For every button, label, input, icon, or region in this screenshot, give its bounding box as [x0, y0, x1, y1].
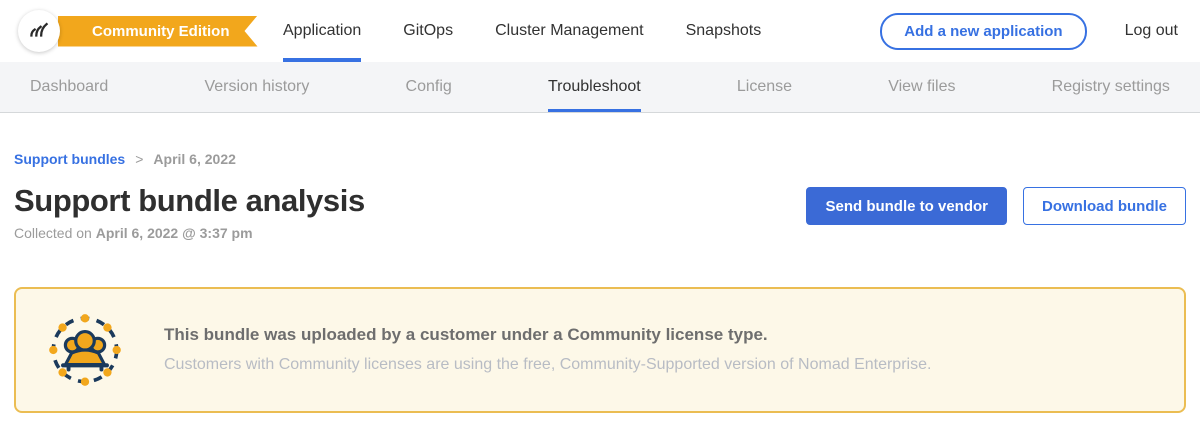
breadcrumb: Support bundles > April 6, 2022 [14, 151, 1186, 167]
send-bundle-to-vendor-button[interactable]: Send bundle to vendor [806, 187, 1007, 225]
collected-on: Collected on April 6, 2022 @ 3:37 pm [14, 225, 365, 241]
alert-text: This bundle was uploaded by a customer u… [164, 325, 931, 374]
logout-link[interactable]: Log out [1125, 22, 1178, 40]
community-group-icon [46, 311, 124, 389]
community-license-alert: This bundle was uploaded by a customer u… [14, 287, 1186, 413]
subnav-troubleshoot[interactable]: Troubleshoot [548, 62, 641, 112]
download-bundle-button[interactable]: Download bundle [1023, 187, 1186, 225]
nav-application[interactable]: Application [283, 0, 361, 62]
bundle-actions: Send bundle to vendor Download bundle [806, 187, 1186, 225]
main-content: Support bundles > April 6, 2022 Support … [0, 113, 1200, 413]
nav-cluster-management[interactable]: Cluster Management [495, 0, 644, 62]
app-logo[interactable] [18, 10, 60, 52]
collected-prefix: Collected on [14, 225, 96, 241]
nav-gitops[interactable]: GitOps [403, 0, 453, 62]
alert-heading: This bundle was uploaded by a customer u… [164, 325, 931, 345]
subnav-license[interactable]: License [737, 62, 792, 112]
header-spacer [761, 0, 880, 62]
collected-date: April 6, 2022 @ 3:37 pm [96, 225, 253, 241]
breadcrumb-current: April 6, 2022 [153, 151, 236, 167]
community-edition-badge: Community Edition [58, 16, 258, 47]
primary-nav: Application GitOps Cluster Management Sn… [283, 0, 761, 62]
subnav-view-files[interactable]: View files [888, 62, 955, 112]
subnav-dashboard[interactable]: Dashboard [30, 62, 108, 112]
subnav-registry-settings[interactable]: Registry settings [1052, 62, 1170, 112]
header-right: Add a new application Log out [880, 0, 1178, 62]
breadcrumb-separator: > [135, 151, 143, 167]
breadcrumb-support-bundles-link[interactable]: Support bundles [14, 151, 125, 167]
replicated-logo-icon [26, 16, 52, 47]
page-title: Support bundle analysis [14, 183, 365, 219]
title-row: Support bundle analysis Collected on Apr… [14, 183, 1186, 241]
alert-body: Customers with Community licenses are us… [164, 356, 931, 374]
subnav-config[interactable]: Config [406, 62, 452, 112]
add-new-application-button[interactable]: Add a new application [880, 13, 1086, 50]
top-header: Community Edition Application GitOps Clu… [0, 0, 1200, 62]
title-block: Support bundle analysis Collected on Apr… [14, 183, 365, 241]
brand: Community Edition [0, 0, 255, 62]
nav-snapshots[interactable]: Snapshots [686, 0, 762, 62]
app-subnav: Dashboard Version history Config Trouble… [0, 62, 1200, 113]
subnav-version-history[interactable]: Version history [204, 62, 309, 112]
